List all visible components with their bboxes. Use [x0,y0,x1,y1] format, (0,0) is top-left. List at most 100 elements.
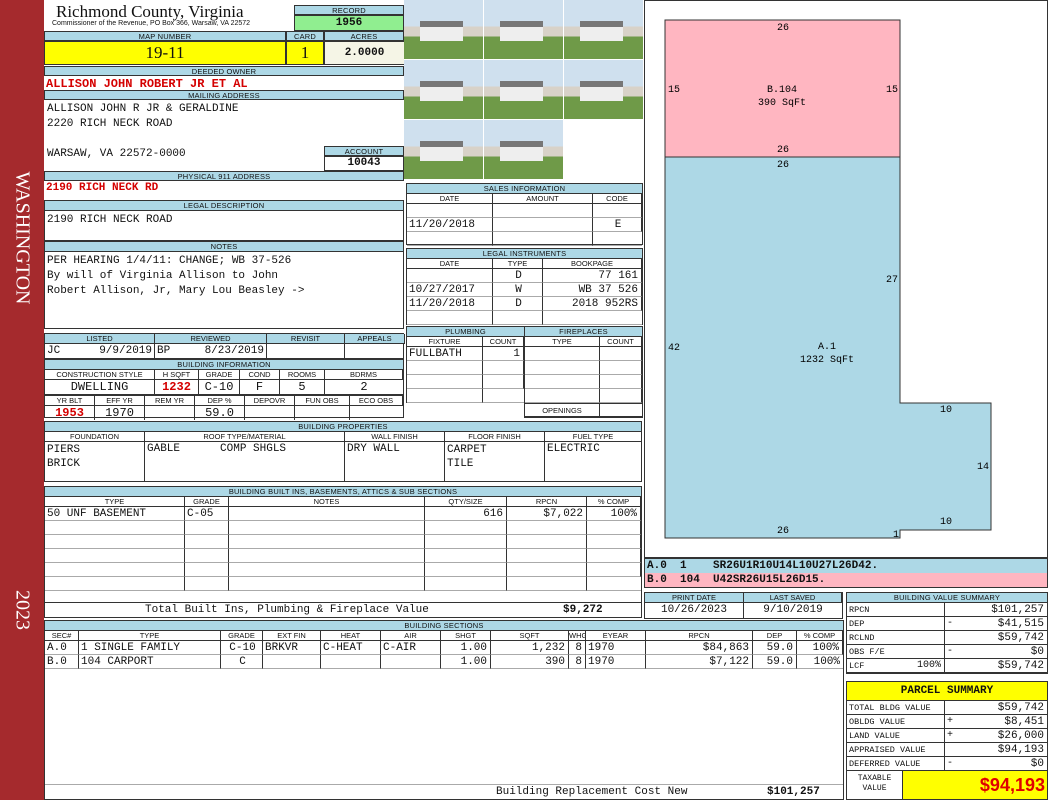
building-info-header: DEP % [195,396,245,406]
summary-label: RCLND [849,633,875,643]
revisit-label: REVISIT [267,334,345,344]
property-photo[interactable] [484,0,563,59]
physical-address: 2190 RICH NECK RD [46,182,159,194]
table-cell [593,204,642,218]
last-saved-date: 9/10/2019 [763,604,823,616]
openings-label: OPENINGS [525,403,600,417]
summary-label: LAND VALUE [849,731,901,741]
wall-header: WALL FINISH [345,432,444,442]
summary-operator [945,701,959,714]
table-cell: 50 UNF BASEMENT [45,507,185,521]
summary-value: $8,451 [1004,716,1044,728]
table-cell [493,311,543,325]
table-cell [600,375,642,389]
value-summary-label: BUILDING VALUE SUMMARY [847,593,1047,603]
building-info-value [145,406,195,420]
column-header: RPCN [507,497,587,507]
column-header: GRADE [221,631,263,641]
print-date-label: PRINT DATE [645,593,744,603]
table-cell: E [593,218,642,232]
summary-label: DEP [849,619,865,629]
summary-value: $59,742 [997,660,1044,672]
property-photos [404,0,644,180]
summary-label: APPRAISED VALUE [849,745,926,755]
building-info-header: YR BLT [45,396,95,406]
dim-label: 42 [668,343,680,354]
table-cell [425,521,507,535]
column-header: BOOKPAGE [543,259,642,269]
column-header: AMOUNT [493,194,593,204]
table-cell [507,521,587,535]
reviewed-date: 8/23/2019 [204,345,264,357]
listing-box: LISTED REVIEWED REVISIT APPEALS JC 9/9/20… [44,333,405,359]
column-header: COUNT [600,337,642,347]
summary-operator [945,743,959,756]
sales-info: SALES INFORMATION DATE AMOUNT CODE 11/20/20… [406,183,643,246]
reviewed-by: BP [157,345,171,357]
column-header: FIXTURE [407,337,483,347]
property-photo[interactable] [564,0,643,59]
legal-box: LEGAL DESCRIPTION 2190 RICH NECK ROAD [44,200,404,241]
building-info-value: 1953 [45,406,95,420]
summary-pct [909,617,945,630]
building-info-header: FUN OBS [295,396,350,406]
sections-label: BUILDING SECTIONS [45,621,843,631]
building-info-header: COND [240,370,280,380]
building-info-value: 1232 [155,380,199,395]
property-photo[interactable] [564,60,643,119]
table-cell: 11/20/2018 [407,218,493,232]
summary-value: $101,257 [991,604,1044,616]
mailing-line2: 2220 RICH NECK ROAD [47,118,173,130]
summary-pct [909,631,945,644]
table-cell [407,375,483,389]
property-photo[interactable] [404,120,483,179]
column-header: NOTES [229,497,425,507]
column-header: DATE [407,194,493,204]
area-sqft: 390 SqFt [758,98,806,109]
property-photo[interactable] [484,60,563,119]
building-info-value: F [240,380,280,395]
table-cell [493,218,593,232]
column-header: TYPE [45,497,185,507]
table-cell [600,347,642,361]
table-cell [407,389,483,403]
table-cell [493,204,593,218]
property-photo[interactable] [484,120,563,179]
property-photo[interactable] [404,60,483,119]
table-cell [525,375,600,389]
table-cell: 8 [569,655,586,669]
table-cell [483,361,524,375]
table-cell [600,389,642,403]
table-cell [381,655,441,669]
plumbing-fireplaces: PLUMBING FIXTURE COUNT FULLBATH 1 FIREPLACE… [406,326,643,418]
table-cell [45,549,185,563]
legal-label: LEGAL DESCRIPTION [45,201,403,211]
physical-label: PHYSICAL 911 ADDRESS [44,171,404,181]
area-code: B.104 [767,85,797,96]
reviewed-label: REVIEWED [155,334,267,344]
property-photo[interactable] [404,0,483,59]
summary-label: OBS F/E [849,647,885,657]
summary-value: $26,000 [997,730,1044,742]
column-header: SQFT [491,631,569,641]
table-cell: 59.0 [753,655,797,669]
summary-row: APPRAISED VALUE $94,193 [847,743,1047,757]
building-info-value: 5 [280,380,325,395]
table-cell [321,655,381,669]
column-header: AIR [381,631,441,641]
table-cell: 8 [569,641,586,655]
legal-description: 2190 RICH NECK ROAD [47,214,173,226]
summary-row: DEP - $41,515 [847,617,1047,631]
table-cell: 104 CARPORT [79,655,221,669]
summary-operator: - [947,618,954,629]
dim-label: 27 [886,275,898,286]
column-header: TYPE [525,337,600,347]
column-header: WHGT [569,631,586,641]
table-cell: 59.0 [753,641,797,655]
builtins-total-row: Total Built Ins, Plumbing & Fireplace Va… [45,602,641,617]
table-cell: B.0 [45,655,79,669]
table-cell: C [221,655,263,669]
column-header: HEAT [321,631,381,641]
owner-name: ALLISON JOHN ROBERT JR ET AL [46,77,248,91]
table-cell [425,563,507,577]
